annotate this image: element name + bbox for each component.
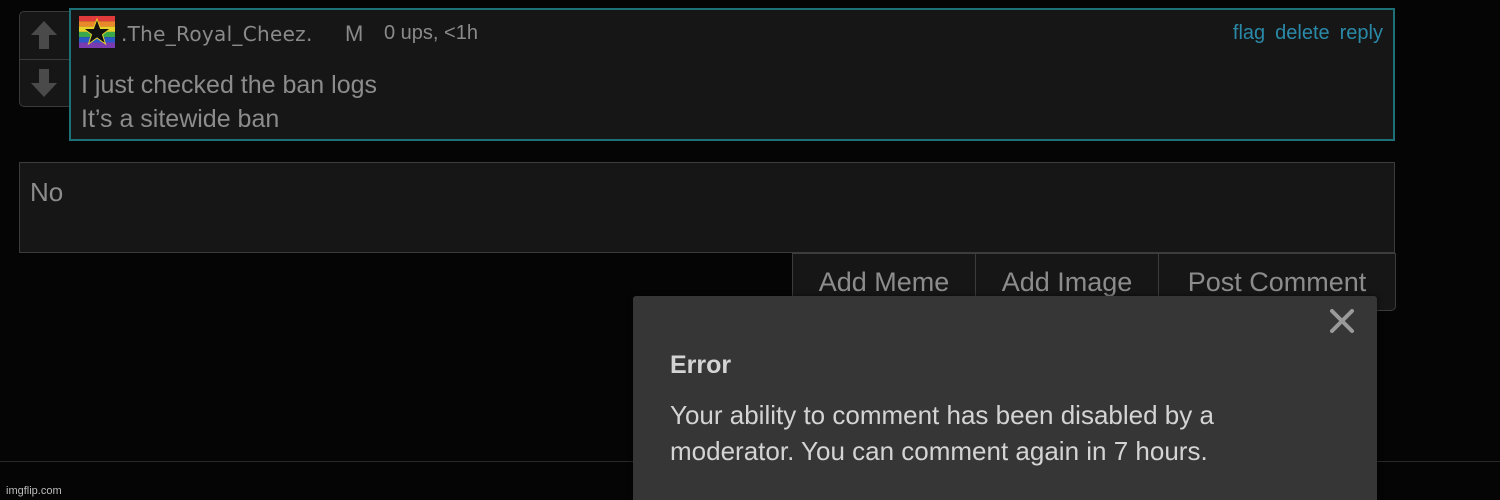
comment-actions: flag delete reply (1233, 22, 1383, 45)
comment-line: I just checked the ban logs (81, 71, 378, 99)
delete-link[interactable]: delete (1275, 22, 1330, 45)
avatar[interactable] (79, 16, 115, 48)
comment-meta: 0 ups, <1h (384, 22, 478, 44)
reply-textarea[interactable]: No (19, 162, 1395, 253)
moderator-badge: M (345, 21, 364, 46)
reply-link[interactable]: reply (1340, 22, 1383, 45)
vote-column (19, 11, 70, 107)
error-dialog: Error Your ability to comment has been d… (633, 296, 1377, 500)
flag-link[interactable]: flag (1233, 22, 1265, 45)
page: .The_Royal_Cheez. M 0 ups, <1h flag dele… (0, 0, 1500, 500)
dialog-message: Your ability to comment has been disable… (670, 400, 1214, 466)
arrow-up-icon (31, 21, 57, 49)
upvote-button[interactable] (28, 16, 60, 54)
comment-body: I just checked the ban logs It’s a sitew… (81, 68, 377, 136)
comment-username[interactable]: .The_Royal_Cheez. (121, 22, 313, 46)
reply-text: No (30, 177, 64, 207)
watermark: imgflip.com (6, 485, 62, 497)
vote-divider (20, 59, 70, 60)
dialog-title: Error (670, 351, 732, 379)
comment-line: It’s a sitewide ban (81, 105, 280, 133)
close-icon[interactable] (1329, 308, 1355, 334)
downvote-button[interactable] (28, 64, 60, 102)
arrow-down-icon (31, 69, 57, 97)
comment-card: .The_Royal_Cheez. M 0 ups, <1h flag dele… (69, 8, 1395, 141)
